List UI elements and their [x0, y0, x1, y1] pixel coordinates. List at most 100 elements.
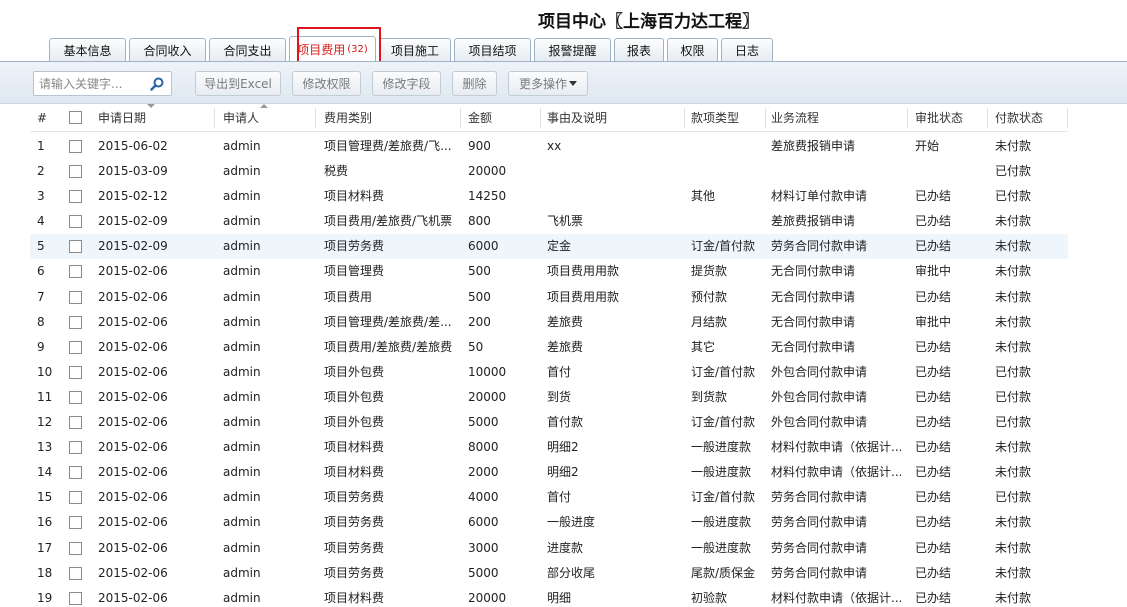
row-checkbox[interactable] — [69, 566, 82, 580]
table-row[interactable]: 11 2015-02-06 admin 项目外包费 20000 到货 到货款 外包合同付款申请… — [30, 385, 1068, 410]
row-index-cell: 15 — [37, 490, 53, 505]
column-header-workflow[interactable]: 业务流程 — [771, 104, 901, 132]
applicant-cell: admin — [223, 139, 261, 153]
table-row[interactable]: 17 2015-02-06 admin 项目劳务费 3000 进度款 一般进度款 劳务合同付款… — [30, 536, 1068, 561]
more-actions-button[interactable]: 更多操作 — [508, 71, 588, 96]
tab-contract-income[interactable]: 合同收入 — [129, 38, 206, 62]
table-row[interactable]: 2 2015-03-09 admin 税费 20000 已付款 — [30, 159, 1068, 184]
table-row[interactable]: 7 2015-02-06 admin 项目费用 500 项目费用用款 预付款 无合同付款申请 已… — [30, 285, 1068, 310]
table-row[interactable]: 13 2015-02-06 admin 项目材料费 8000 明细2 一般进度款 材料付款申请… — [30, 435, 1068, 460]
table-row[interactable]: 16 2015-02-06 admin 项目劳务费 6000 一般进度 一般进度款 劳务合同付… — [30, 510, 1068, 535]
table-body: 1 2015-06-02 admin 项目管理费/差旅费/飞... 900 xx 差旅费报销… — [30, 134, 1068, 607]
column-header-payment-status[interactable]: 付款状态 — [995, 104, 1063, 132]
table-row[interactable]: 3 2015-02-12 admin 项目材料费 14250 其他 材料订单付款申请 已办结 已… — [30, 184, 1068, 209]
column-header-applicant[interactable]: 申请人 — [223, 104, 303, 132]
applicant-cell: admin — [223, 465, 261, 480]
delete-button[interactable]: 删除 — [452, 71, 497, 96]
apply-date-cell: 2015-02-06 — [98, 515, 168, 530]
applicant-cell: admin — [223, 540, 261, 555]
table-row[interactable]: 4 2015-02-09 admin 项目费用/差旅费/飞机票 800 飞机票 差旅费报销申… — [30, 209, 1068, 234]
select-all-checkbox[interactable] — [69, 111, 82, 124]
applicant-cell: admin — [223, 515, 261, 530]
search-icon[interactable] — [150, 77, 164, 91]
tab-label: 项目费用 — [297, 43, 346, 57]
table-row[interactable]: 18 2015-02-06 admin 项目劳务费 5000 部分收尾 尾款/质保金 劳务合同… — [30, 561, 1068, 586]
tab-project-costs[interactable]: 项目费用 (32) — [289, 36, 376, 62]
column-header-approval-status[interactable]: 审批状态 — [915, 104, 983, 132]
approval-status-cell: 已办结 — [915, 289, 952, 304]
table-row[interactable]: 9 2015-02-06 admin 项目费用/差旅费/差旅费 50 差旅费 其它 无合同付款… — [30, 335, 1068, 360]
table-row[interactable]: 5 2015-02-09 admin 项目劳务费 6000 定金 订金/首付款 劳务合同付款申… — [30, 234, 1068, 260]
cost-category-cell: 项目材料费 — [324, 440, 385, 455]
row-index-cell: 16 — [37, 515, 53, 530]
amount-cell: 900 — [468, 139, 491, 153]
table-row[interactable]: 6 2015-02-06 admin 项目管理费 500 项目费用用款 提货款 无合同付款申请… — [30, 259, 1068, 284]
tab-log[interactable]: 日志 — [721, 38, 773, 62]
payment-type-cell: 订金/首付款 — [691, 364, 756, 379]
table-row[interactable]: 12 2015-02-06 admin 项目外包费 5000 首付款 订金/首付款 外包合同付… — [30, 410, 1068, 435]
tab-permissions[interactable]: 权限 — [667, 38, 718, 62]
row-index-cell: 7 — [37, 289, 45, 304]
applicant-cell: admin — [223, 239, 261, 254]
column-header-index: # — [37, 111, 48, 125]
search-input[interactable] — [39, 76, 149, 91]
page-title: 项目中心〖上海百力达工程〗 — [538, 12, 759, 32]
row-checkbox[interactable] — [69, 591, 82, 605]
row-checkbox[interactable] — [69, 290, 82, 304]
cost-category-cell: 项目费用/差旅费/飞机票 — [324, 214, 453, 229]
tab-reports[interactable]: 报表 — [614, 38, 664, 62]
description-cell: 首付款 — [547, 415, 584, 430]
apply-date-cell: 2015-02-06 — [98, 289, 168, 304]
applicant-cell: admin — [223, 164, 261, 179]
row-checkbox[interactable] — [69, 140, 82, 153]
row-checkbox[interactable] — [69, 265, 82, 279]
export-excel-button[interactable]: 导出到Excel — [195, 71, 281, 96]
modify-field-button[interactable]: 修改字段 — [372, 71, 441, 96]
row-checkbox[interactable] — [69, 190, 82, 204]
table-row[interactable]: 1 2015-06-02 admin 项目管理费/差旅费/飞... 900 xx 差旅费报销… — [30, 134, 1068, 159]
row-checkbox[interactable] — [69, 315, 82, 329]
tab-basic-info[interactable]: 基本信息 — [49, 38, 126, 62]
table-row[interactable]: 15 2015-02-06 admin 项目劳务费 4000 首付 订金/首付款 劳务合同付款… — [30, 485, 1068, 510]
apply-date-cell: 2015-02-09 — [98, 214, 168, 229]
row-index-cell: 4 — [37, 214, 45, 229]
row-checkbox[interactable] — [69, 466, 82, 480]
column-header-payment-type[interactable]: 款项类型 — [691, 104, 763, 132]
row-checkbox[interactable] — [69, 491, 82, 505]
column-header-cost-category[interactable]: 费用类别 — [324, 104, 458, 132]
row-checkbox[interactable] — [69, 516, 82, 530]
table-row[interactable]: 19 2015-02-06 admin 项目材料费 20000 明细 初验款 材料付款申请（依… — [30, 586, 1068, 607]
table-row[interactable]: 10 2015-02-06 admin 项目外包费 10000 首付 订金/首付款 外包合同付… — [30, 360, 1068, 385]
column-header-description[interactable]: 事由及说明 — [547, 104, 677, 132]
row-checkbox[interactable] — [69, 165, 82, 179]
row-checkbox[interactable] — [69, 365, 82, 379]
row-checkbox[interactable] — [69, 240, 82, 254]
approval-status-cell: 已办结 — [915, 465, 952, 480]
column-divider — [315, 108, 316, 128]
row-checkbox[interactable] — [69, 541, 82, 555]
modify-permission-button[interactable]: 修改权限 — [292, 71, 361, 96]
table-row[interactable]: 14 2015-02-06 admin 项目材料费 2000 明细2 一般进度款 材料付款申请… — [30, 460, 1068, 485]
workflow-cell: 劳务合同付款申请 — [771, 540, 868, 555]
description-cell — [547, 184, 677, 209]
row-checkbox[interactable] — [69, 390, 82, 404]
amount-cell: 200 — [468, 314, 491, 329]
row-checkbox[interactable] — [69, 340, 82, 354]
row-checkbox[interactable] — [69, 441, 82, 455]
payment-type-cell: 预付款 — [691, 289, 728, 304]
tab-project-closure[interactable]: 项目结项 — [454, 38, 531, 62]
tab-contract-expense[interactable]: 合同支出 — [209, 38, 286, 62]
column-header-amount[interactable]: 金额 — [468, 104, 538, 132]
table-header: # 申请日期 申请人 费用类别 金额 事由及说明 款项类型 业务流程 审批状态 … — [30, 104, 1068, 132]
cost-category-cell: 项目劳务费 — [324, 490, 385, 505]
apply-date-cell: 2015-02-06 — [98, 540, 168, 555]
description-cell: 差旅费 — [547, 339, 584, 354]
row-checkbox[interactable] — [69, 416, 82, 430]
tab-alerts[interactable]: 报警提醒 — [534, 38, 611, 62]
table-row[interactable]: 8 2015-02-06 admin 项目管理费/差旅费/差... 200 差旅费 月结款 无… — [30, 310, 1068, 335]
tab-construction[interactable]: 项目施工 — [379, 38, 451, 62]
column-header-apply-date[interactable]: 申请日期 — [98, 104, 208, 132]
payment-status-cell: 未付款 — [995, 590, 1032, 605]
cost-category-cell: 项目管理费/差旅费/差... — [324, 314, 452, 329]
row-checkbox[interactable] — [69, 215, 82, 229]
